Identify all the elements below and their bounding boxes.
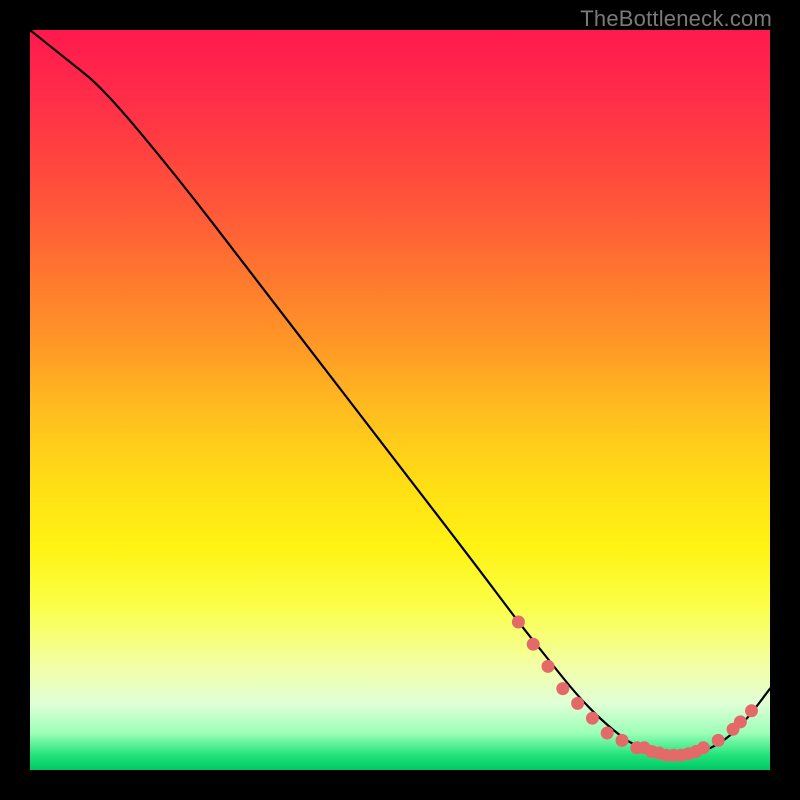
plot-area [30, 30, 770, 770]
curve-marker [586, 712, 599, 725]
curve-marker [601, 727, 614, 740]
curve-marker [571, 697, 584, 710]
watermark-text: TheBottleneck.com [580, 6, 772, 32]
curve-marker [712, 734, 725, 747]
curve-marker [556, 682, 569, 695]
curve-markers [512, 616, 758, 762]
curve-marker [734, 715, 747, 728]
chart-stage: TheBottleneck.com [0, 0, 800, 800]
bottleneck-curve-line [30, 30, 770, 755]
curve-marker [745, 704, 758, 717]
curve-marker [616, 734, 629, 747]
curve-marker [542, 660, 555, 673]
curve-marker [527, 638, 540, 651]
curve-marker [512, 616, 525, 629]
curve-svg [30, 30, 770, 770]
curve-marker [697, 741, 710, 754]
